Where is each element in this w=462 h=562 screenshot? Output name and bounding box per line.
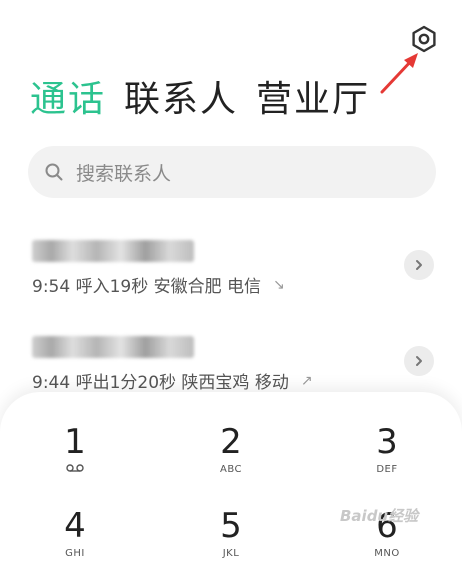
call-log-item[interactable]: 9:54 呼入19秒 安徽合肥 电信 ↘ — [32, 240, 442, 300]
tab-service-hall[interactable]: 营业厅 — [256, 78, 370, 122]
dial-digit: 4 — [64, 506, 86, 546]
dial-letters: ABC — [219, 464, 242, 475]
dialpad: 1 2 ABC 3 DEF 4 GHI 5 JKL 6 MNO — [0, 392, 462, 562]
gear-icon — [412, 25, 436, 53]
dial-key-4[interactable]: 4 GHI — [30, 506, 120, 559]
outgoing-call-icon: ↗ — [300, 372, 313, 389]
search-input[interactable]: 搜索联系人 — [28, 146, 436, 198]
dial-key-5[interactable]: 5 JKL — [186, 506, 276, 559]
call-detail-text: 9:44 呼出1分20秒 陕西宝鸡 移动 — [32, 373, 289, 393]
tab-bar: 通话 联系人 营业厅 — [30, 78, 370, 122]
search-placeholder: 搜索联系人 — [76, 162, 172, 185]
chevron-right-icon — [416, 356, 422, 366]
watermark: Baidu经验 — [340, 507, 419, 525]
annotation-arrow-icon — [380, 53, 418, 94]
phone-number-blurred — [32, 336, 194, 358]
incoming-call-icon: ↘ — [273, 276, 285, 293]
dial-letters: GHI — [65, 548, 85, 559]
tab-calls[interactable]: 通话 — [30, 78, 106, 122]
dial-letters: JKL — [222, 548, 240, 559]
call-details-button[interactable] — [404, 250, 434, 280]
dial-digit: 3 — [376, 422, 398, 462]
dial-key-3[interactable]: 3 DEF — [342, 422, 432, 475]
dial-key-1[interactable]: 1 — [30, 422, 120, 475]
phone-number-blurred — [32, 240, 194, 262]
call-detail: 9:54 呼入19秒 安徽合肥 电信 ↘ — [32, 272, 285, 298]
dial-digit: 5 — [220, 506, 242, 546]
search-icon — [45, 163, 63, 181]
dial-letters: MNO — [374, 548, 400, 559]
chevron-right-icon — [416, 260, 422, 270]
dial-key-2[interactable]: 2 ABC — [186, 422, 276, 475]
call-detail: 9:44 呼出1分20秒 陕西宝鸡 移动 ↗ — [32, 368, 313, 394]
call-details-button[interactable] — [404, 346, 434, 376]
tab-contacts[interactable]: 联系人 — [124, 78, 238, 122]
dial-digit: 2 — [220, 422, 242, 462]
dial-digit: 1 — [64, 422, 86, 462]
voicemail-icon — [30, 464, 120, 475]
call-log-item[interactable]: 9:44 呼出1分20秒 陕西宝鸡 移动 ↗ — [32, 336, 442, 396]
dial-letters: DEF — [376, 464, 398, 475]
call-detail-text: 9:54 呼入19秒 安徽合肥 电信 — [32, 277, 262, 297]
